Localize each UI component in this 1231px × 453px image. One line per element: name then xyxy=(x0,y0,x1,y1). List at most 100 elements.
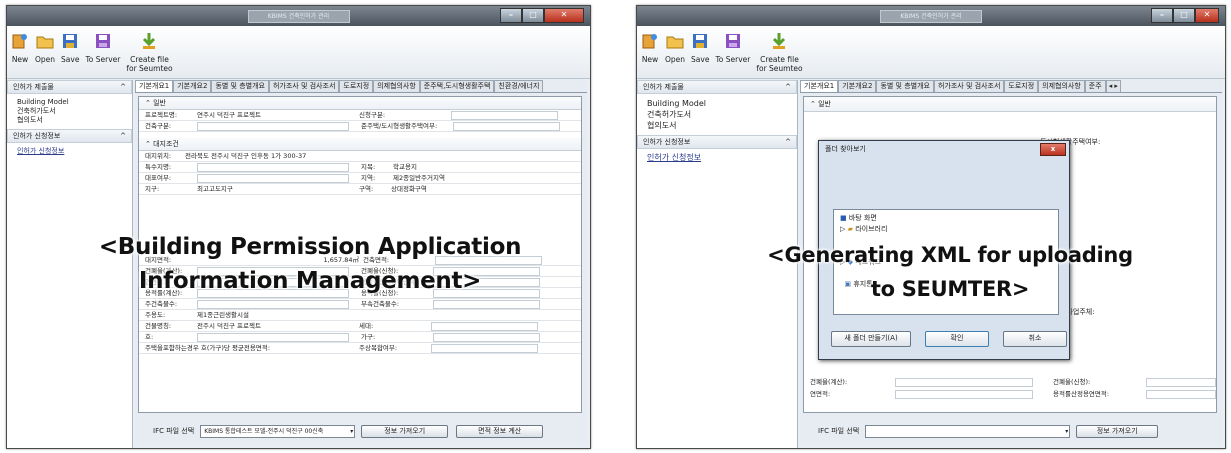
tab-basic-1[interactable]: 기본개요1 xyxy=(135,80,174,92)
import-info-button[interactable]: 정보 가져오기 xyxy=(1076,424,1159,438)
build-type-field[interactable] xyxy=(197,122,349,131)
units-field[interactable] xyxy=(197,333,349,342)
tab-housing[interactable]: 준주택,도시형생활주택 xyxy=(419,80,495,92)
form-row: 건물명칭: 전주시 덕진구 프로젝트 세대: xyxy=(139,321,581,332)
tab-road[interactable]: 도로지정 xyxy=(339,80,374,92)
create-file-icon xyxy=(143,33,156,49)
new-button[interactable]: New xyxy=(11,32,29,64)
new-button[interactable]: New xyxy=(641,32,659,64)
close-button[interactable]: ✕ xyxy=(544,8,584,23)
ok-button[interactable]: 확인 xyxy=(925,331,989,347)
open-label: Open xyxy=(35,55,56,64)
to-server-label: To Server xyxy=(715,55,751,64)
window-title: KBIMS 건축인허가 관리 xyxy=(247,10,350,23)
tab-eco[interactable]: 친환경/에너지 xyxy=(494,80,544,92)
open-button[interactable]: Open xyxy=(35,32,55,64)
form-row: 건폐율(계산): 건폐율(신청): xyxy=(804,377,1216,387)
form-row: 대표여부: 지역: 제2종일반주거지역 xyxy=(139,173,581,184)
housing-flag-field[interactable] xyxy=(453,122,560,131)
tab-strip: 기본개요1 기본개요2 동별 및 층별개요 허가조사 및 검사조서 도로지정 의… xyxy=(800,80,1222,93)
annex-count-field[interactable] xyxy=(433,300,540,309)
sidebar-item-permit-docs[interactable]: 건축허가도서 xyxy=(647,109,787,120)
dialog-close-button[interactable]: x xyxy=(1040,143,1066,156)
tab-basic-2[interactable]: 기본개요2 xyxy=(173,80,212,92)
main-bldg-count-field[interactable] xyxy=(197,300,349,309)
toolbar: New Open Save To Server Create file for … xyxy=(637,26,1225,79)
section-site[interactable]: ⌃ 대지조건 xyxy=(139,138,581,151)
ifc-file-select[interactable]: ▾ xyxy=(865,424,1071,438)
families-field[interactable] xyxy=(433,333,540,342)
sidebar-link-application-info[interactable]: 인허가 신청정보 xyxy=(17,147,64,155)
minimize-button[interactable]: – xyxy=(500,8,522,23)
sidebar-item-permit-docs[interactable]: 건축허가도서 xyxy=(17,107,122,116)
calc-area-button[interactable]: 면적 정보 계산 xyxy=(456,424,544,438)
sidebar-item-building-model[interactable]: Building Model xyxy=(647,98,787,109)
sidebar-link-application-info[interactable]: 인허가 신청정보 xyxy=(647,153,701,162)
sidebar-item-consult-docs[interactable]: 협의도서 xyxy=(17,116,122,125)
sidebar-item-consult-docs[interactable]: 협의도서 xyxy=(647,120,787,131)
ifc-label: IFC 파일 선택 xyxy=(818,427,860,435)
save-button[interactable]: Save xyxy=(691,32,709,64)
create-file-button[interactable]: Create file for Seumteo xyxy=(756,32,803,73)
rep-flag-field[interactable] xyxy=(197,174,349,183)
import-info-button[interactable]: 정보 가져오기 xyxy=(361,424,449,438)
tab-consult[interactable]: 의제협의사항 xyxy=(373,80,420,92)
gfa-field[interactable] xyxy=(895,390,1034,399)
mixed-use-field[interactable] xyxy=(431,344,538,353)
open-label: Open xyxy=(665,55,686,64)
save-label: Save xyxy=(61,55,80,64)
to-server-button[interactable]: To Server xyxy=(715,32,750,64)
form-row: 주택을포함하는경우 호(가구)당 평균전용면적: 주상복합여부: xyxy=(139,343,581,354)
tab-scroll-buttons[interactable]: ◂ ▸ xyxy=(1105,80,1121,92)
bcr-calc-field[interactable] xyxy=(895,378,1034,387)
tab-basic-2[interactable]: 기본개요2 xyxy=(838,80,877,92)
tree-item-desktop[interactable]: ■ 바탕 화면 xyxy=(840,213,1058,224)
right-app-window: KBIMS 건축인허가 관리 – □ ✕ New Open Save To Se… xyxy=(636,5,1226,449)
tab-consult[interactable]: 의제협의사항 xyxy=(1038,80,1085,92)
dialog-title: 폴더 찾아보기 x xyxy=(819,141,1069,157)
tab-building-floor[interactable]: 동별 및 층별개요 xyxy=(876,80,934,92)
tab-housing[interactable]: 준주 xyxy=(1084,80,1106,92)
minimize-button[interactable]: – xyxy=(1151,8,1173,23)
section-general[interactable]: ⌃ 일반 xyxy=(139,97,581,110)
tab-road[interactable]: 도로지정 xyxy=(1004,80,1039,92)
form-row: 프로젝트명: 연주시 덕진구 프로젝트 신청구분: xyxy=(139,110,581,121)
form-row: 주용도: 제1종근린생활시설 xyxy=(139,310,581,321)
form-row: 대지위치: 전라북도 전주시 덕진구 인후동 1가 300-37 xyxy=(139,151,581,162)
desktop-icon: ■ xyxy=(840,214,847,222)
far-gfa-field[interactable] xyxy=(1146,390,1216,399)
sidebar-section-submissions[interactable]: 인허가 제출물 ^ xyxy=(637,80,797,94)
save-icon xyxy=(693,34,708,48)
section-general[interactable]: ⌃ 일반 xyxy=(804,97,1216,112)
create-file-button[interactable]: Create file for Seumteo xyxy=(126,32,173,73)
ifc-file-select[interactable]: KBIMS 통합테스트 모델-전주시 덕진구 00신축 ▾ xyxy=(200,424,356,438)
save-button[interactable]: Save xyxy=(61,32,79,64)
sidebar-section-submissions[interactable]: 인허가 제출물 ^ xyxy=(7,80,132,94)
sidebar-section-application[interactable]: 인허가 신청정보 ^ xyxy=(7,129,132,143)
special-name-field[interactable] xyxy=(197,163,349,172)
new-label: New xyxy=(11,55,29,64)
tab-inspection[interactable]: 허가조사 및 검사조서 xyxy=(268,80,340,92)
tab-basic-1[interactable]: 기본개요1 xyxy=(800,80,839,92)
maximize-button[interactable]: □ xyxy=(1173,8,1195,23)
cancel-button[interactable]: 취소 xyxy=(1003,331,1067,347)
new-label: New xyxy=(641,55,659,64)
open-button[interactable]: Open xyxy=(665,32,685,64)
tab-inspection[interactable]: 허가조사 및 검사조서 xyxy=(933,80,1005,92)
tree-item-libraries[interactable]: ▷ ▰ 라이브러리 xyxy=(840,224,1058,235)
to-server-button[interactable]: To Server xyxy=(85,32,120,64)
left-caption: <Building Permission Application Informa… xyxy=(98,234,522,294)
bcr-apply-field[interactable] xyxy=(1146,378,1216,387)
left-app-window: KBIMS 건축인허가 관리 – □ ✕ New Open Save To Se… xyxy=(6,5,591,449)
maximize-button[interactable]: □ xyxy=(522,8,544,23)
sidebar-section-application[interactable]: 인허가 신청정보 ^ xyxy=(637,135,797,149)
toolbar: New Open Save To Server Create file for … xyxy=(7,26,590,79)
apply-type-field[interactable] xyxy=(451,111,558,120)
tab-building-floor[interactable]: 동별 및 층별개요 xyxy=(211,80,269,92)
create-file-label: Create file for Seumteo xyxy=(126,55,173,73)
sidebar-item-building-model[interactable]: Building Model xyxy=(17,98,122,107)
new-folder-button[interactable]: 새 폴더 만들기(A) xyxy=(831,331,911,347)
close-button[interactable]: ✕ xyxy=(1195,8,1219,23)
households-field[interactable] xyxy=(431,322,538,331)
library-icon: ▰ xyxy=(847,225,853,233)
